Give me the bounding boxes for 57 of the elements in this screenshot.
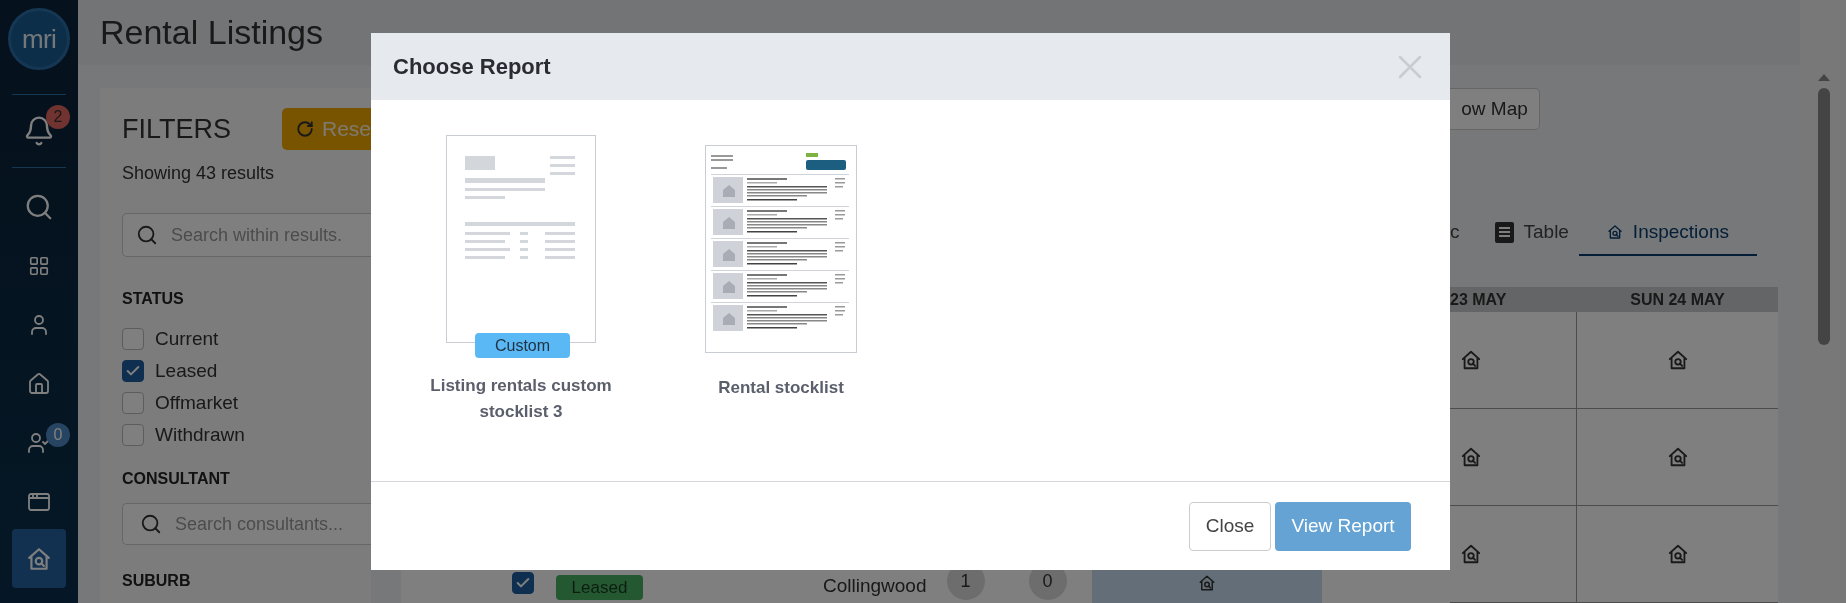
page-title: Rental Listings xyxy=(100,12,323,53)
checkbox[interactable] xyxy=(122,360,144,382)
view-tab[interactable]: Inspections xyxy=(1578,210,1757,256)
filters-heading: FILTERS xyxy=(122,112,231,146)
grid-icon xyxy=(28,254,50,277)
bell-icon xyxy=(23,115,55,147)
checkbox[interactable] xyxy=(122,424,144,446)
count-badge: 2 xyxy=(46,105,70,129)
house-search-icon xyxy=(1666,543,1689,565)
checkbox-label: Leased xyxy=(155,358,218,383)
search-icon xyxy=(24,192,54,222)
custom-badge: Custom xyxy=(475,333,570,358)
dialog-title: Choose Report xyxy=(393,53,551,81)
checkbox-label: Current xyxy=(155,326,219,351)
scrollbar-thumb[interactable] xyxy=(1818,88,1830,345)
house-search-icon xyxy=(1666,446,1689,468)
inspection-cell[interactable] xyxy=(1091,570,1322,603)
day-heading: 23 MAY xyxy=(1450,289,1508,310)
day-heading: SUN 24 MAY xyxy=(1629,289,1726,310)
section-heading: CONSULTANT xyxy=(122,469,231,489)
status-badge: Leased xyxy=(556,575,643,600)
scroll-up-arrow-icon[interactable] xyxy=(1818,74,1830,81)
view-tab[interactable]: c xyxy=(1450,210,1460,256)
house-icon xyxy=(27,371,51,396)
house-search-icon xyxy=(1197,574,1216,592)
checkbox[interactable] xyxy=(512,572,534,594)
table-icon xyxy=(1494,221,1514,243)
checkbox-label: Offmarket xyxy=(155,390,239,415)
house-search-icon xyxy=(1460,349,1482,371)
suburb-text: Collingwood xyxy=(823,574,927,598)
report-card[interactable]: Custom Listing rentals custom stocklist 3 xyxy=(411,135,631,425)
house-search-icon xyxy=(1460,543,1482,565)
house-search-icon xyxy=(1460,446,1482,468)
house-search-icon xyxy=(1666,349,1689,371)
section-heading: STATUS xyxy=(122,289,185,309)
person-check-icon xyxy=(27,430,51,455)
nav-item[interactable] xyxy=(12,529,66,588)
search-icon xyxy=(140,513,162,535)
result-count: Showing 43 results xyxy=(122,162,276,185)
checkbox[interactable] xyxy=(122,328,144,350)
report-card[interactable]: Rental stocklist xyxy=(671,145,891,401)
house-search-icon xyxy=(26,545,52,572)
logo[interactable]: mri xyxy=(8,8,70,70)
checkbox[interactable] xyxy=(122,392,144,414)
view-report-button[interactable]: View Report xyxy=(1275,501,1411,551)
show-map-button[interactable]: ow Map xyxy=(1450,88,1540,130)
reset-icon xyxy=(296,119,314,139)
checkbox-label: Withdrawn xyxy=(155,422,245,447)
house-search-icon xyxy=(1606,224,1623,240)
count-badge: 0 xyxy=(46,423,70,447)
nav-item[interactable]: 2 xyxy=(12,95,66,167)
search-icon xyxy=(136,224,158,246)
report-name: Rental stocklist xyxy=(718,377,844,399)
view-tab[interactable]: Table xyxy=(1494,210,1569,256)
section-heading: SUBURB xyxy=(122,571,192,591)
close-button[interactable]: Close xyxy=(1189,501,1271,551)
report-name: Listing rentals custom stocklist 3 xyxy=(429,375,613,423)
